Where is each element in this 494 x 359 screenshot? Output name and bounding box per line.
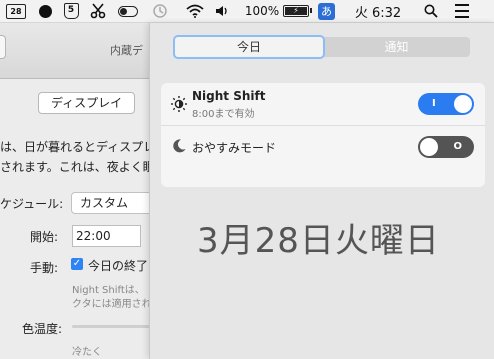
note-line-2: クタには適用され (72, 299, 152, 310)
toggle-knob (454, 95, 472, 113)
do-not-disturb-label: おやすみモード (192, 141, 277, 155)
input-method-icon[interactable]: あ (317, 0, 336, 22)
list-icon[interactable] (452, 0, 472, 22)
search-icon[interactable] (422, 0, 440, 22)
description-line-1: は、日が暮れるとディスプレ (0, 140, 156, 154)
night-shift-toggle[interactable]: I (418, 93, 474, 115)
search-svg (424, 4, 438, 18)
wifi-svg (186, 4, 204, 18)
do-not-disturb-toggle[interactable]: O (418, 136, 474, 158)
volume-svg (216, 6, 227, 16)
manual-checkbox-label: 今日の終了 (88, 259, 149, 273)
scissors-icon[interactable] (88, 0, 108, 22)
toggle-icon[interactable] (117, 0, 139, 22)
window-title: 内蔵デ (110, 44, 143, 57)
back-button[interactable] (0, 35, 6, 59)
start-label: 開始: (30, 230, 59, 244)
manual-label: 手動: (30, 261, 59, 275)
night-shift-title: Night Shift (192, 89, 266, 103)
menu-bar: 28 5 100% ⚡ あ 火 6:32 (0, 0, 494, 23)
calendar-date-badge: 28 (6, 3, 26, 19)
time-machine-icon[interactable] (150, 0, 170, 22)
manual-checkbox[interactable]: ✓ (71, 258, 83, 270)
battery-fill: ⚡ (285, 7, 307, 15)
do-not-disturb-row: おやすみモード O (161, 126, 485, 168)
battery-shape: ⚡ (283, 5, 312, 17)
toggle-shape (118, 5, 138, 17)
record-dot-shape (38, 4, 52, 18)
background-window: 内蔵デ ディスプレイ は、日が暮れるとディスプレ されます。これは、夜よく眠 ケ… (0, 23, 191, 359)
screen: 28 5 100% ⚡ あ 火 6:32 内蔵デ ディスプレイ は、日が暮れると… (0, 0, 494, 359)
start-time-field[interactable]: 22:00 (72, 225, 141, 247)
schedule-label: ケジュール: (0, 197, 64, 211)
shield-badge: 5 (63, 3, 79, 19)
toggle-on-mark: I (432, 98, 436, 109)
shield-icon[interactable]: 5 (62, 0, 80, 22)
window-toolbar: 内蔵デ (0, 23, 150, 79)
time-machine-svg (153, 4, 167, 18)
record-dot-icon[interactable] (36, 0, 54, 22)
input-method-label: あ (318, 2, 335, 20)
battery-icon[interactable]: ⚡ (282, 0, 312, 22)
notification-center: 今日 通知 Night Shift 8:00まで有効 I おやすみモード O 3… (149, 23, 494, 359)
night-shift-subtitle: 8:00まで有効 (192, 109, 255, 120)
wifi-icon[interactable] (184, 0, 206, 22)
less-warm-label: 冷たく (72, 347, 102, 358)
tab-display[interactable]: ディスプレイ (38, 92, 136, 114)
menu-clock[interactable]: 火 6:32 (352, 0, 404, 22)
tab-today[interactable]: 今日 (175, 37, 323, 57)
night-shift-row: Night Shift 8:00まで有効 I (161, 83, 485, 126)
today-date: 3月28日火曜日 (197, 221, 440, 261)
scissors-svg (90, 3, 106, 19)
tab-notifications[interactable]: 通知 (323, 37, 470, 57)
description-line-2: されます。これは、夜よく眠 (0, 160, 155, 174)
battery-percent[interactable]: 100% (245, 0, 279, 22)
toggle-off-mark: O (453, 141, 462, 152)
sun-icon (171, 96, 187, 112)
nc-tab-bar: 今日 通知 (175, 37, 470, 57)
list-shape (455, 4, 469, 18)
night-shift-widget: Night Shift 8:00まで有効 I おやすみモード O (161, 83, 485, 187)
calendar-icon[interactable]: 28 (5, 0, 27, 22)
moon-icon (173, 139, 186, 153)
note-line-1: Night Shiftは、 (72, 285, 145, 296)
color-temp-label: 色温度: (22, 322, 63, 336)
volume-icon[interactable] (213, 0, 231, 22)
toggle-knob (420, 138, 438, 156)
